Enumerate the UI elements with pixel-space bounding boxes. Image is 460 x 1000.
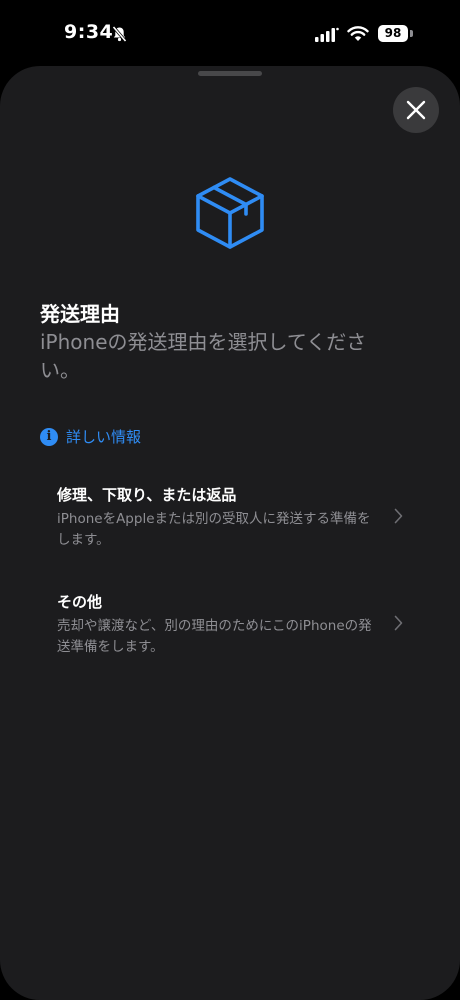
status-bar: 9:34 98 — [0, 0, 460, 66]
signal-icon — [315, 27, 339, 42]
option-description: iPhoneをAppleまたは別の受取人に発送する準備をします。 — [57, 511, 371, 548]
battery-icon: 98 — [378, 25, 408, 42]
option-repair-tradein-return[interactable]: 修理、下取り、または返品 iPhoneをAppleまたは別の受取人に発送する準備… — [40, 484, 420, 550]
chevron-right-icon — [394, 615, 403, 631]
sheet-grabber[interactable] — [198, 71, 262, 76]
close-icon — [406, 100, 426, 120]
page-subtitle: iPhoneの発送理由を選択してください。 — [40, 330, 367, 382]
info-icon: i — [40, 427, 58, 446]
bell-slash-icon — [112, 26, 127, 42]
chevron-right-icon — [394, 508, 403, 524]
status-time: 9:34 — [64, 21, 114, 43]
wifi-icon — [347, 26, 369, 41]
page-title: 発送理由 — [40, 302, 120, 326]
learn-more-label: 詳しい情報 — [66, 428, 142, 446]
close-button[interactable] — [393, 87, 439, 133]
shipping-box-icon — [196, 177, 264, 249]
battery-cap — [410, 30, 413, 37]
option-title: 修理、下取り、または返品 — [57, 486, 237, 504]
option-other[interactable]: その他 売却や譲渡など、別の理由のためにこのiPhoneの発送準備をします。 — [40, 591, 420, 657]
option-description: 売却や譲渡など、別の理由のためにこのiPhoneの発送準備をします。 — [57, 618, 372, 655]
learn-more-link[interactable]: i 詳しい情報 — [40, 426, 141, 447]
option-title: その他 — [57, 593, 103, 611]
shipping-reason-sheet: 発送理由 iPhoneの発送理由を選択してください。 i 詳しい情報 修理、下取… — [0, 66, 460, 1000]
